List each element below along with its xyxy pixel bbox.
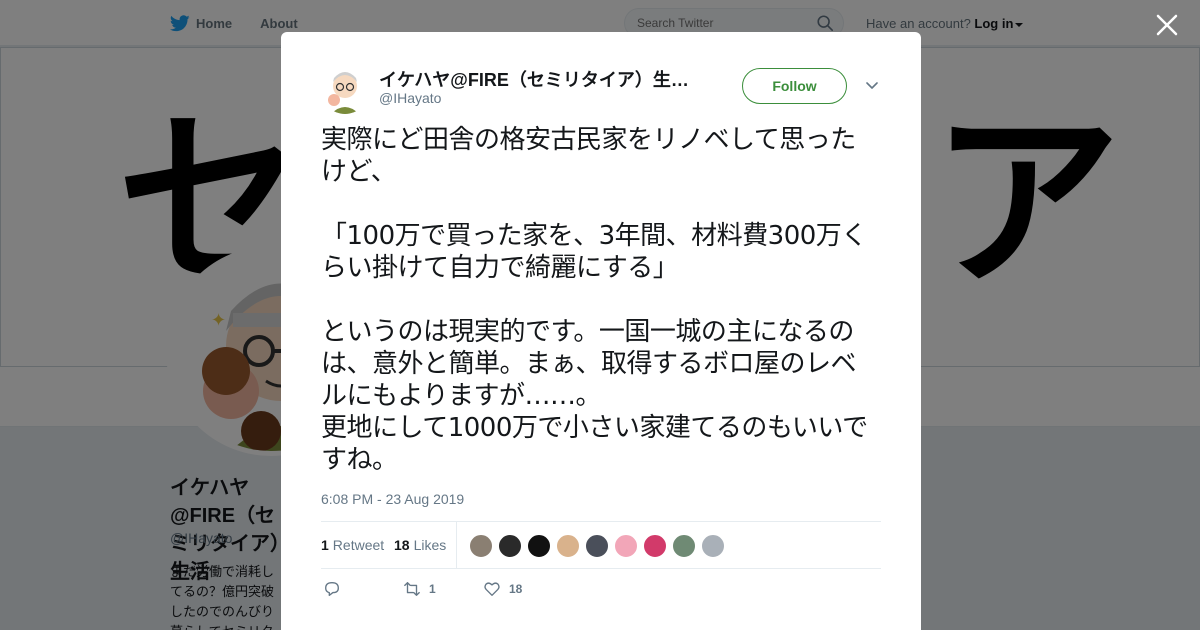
author-avatar-illustration — [321, 66, 369, 114]
liker-avatar[interactable] — [585, 534, 609, 558]
reply-icon — [325, 582, 339, 596]
author-handle[interactable]: @IHayato — [379, 90, 441, 106]
follow-button[interactable]: Follow — [742, 68, 847, 104]
close-icon[interactable] — [1154, 12, 1180, 38]
retweet-action-count: 1 — [429, 582, 436, 596]
liker-avatar[interactable] — [498, 534, 522, 558]
tweet-text: 実際にど田舎の格安古民家をリノベして思ったけど、 「100万で買った家を、3年間… — [321, 125, 868, 475]
retweet-stat-label: Retweet — [332, 537, 385, 553]
liker-avatar[interactable] — [556, 534, 580, 558]
likers-avatars — [469, 534, 730, 558]
heart-icon — [484, 582, 500, 596]
liker-avatar[interactable] — [527, 534, 551, 558]
like-stat[interactable]: 18 Likes — [394, 537, 446, 553]
like-stat-label: Likes — [413, 537, 447, 553]
liker-avatar[interactable] — [614, 534, 638, 558]
retweet-stat-count: 1 — [321, 537, 329, 553]
liker-avatar[interactable] — [701, 534, 725, 558]
tweet-modal: イケハヤ@FIRE（セミリタイア）生… @IHayato Follow 実際にど… — [281, 32, 921, 630]
liker-avatar[interactable] — [672, 534, 696, 558]
like-button[interactable]: 18 — [483, 580, 522, 598]
retweet-button[interactable]: 1 — [403, 580, 436, 598]
tweet-stats: 1 Retweet 18 Likes — [321, 521, 881, 569]
like-stat-count: 18 — [394, 537, 410, 553]
stats-divider — [456, 522, 457, 568]
retweet-icon — [404, 582, 420, 596]
like-action-count: 18 — [509, 582, 523, 596]
tweet-actions: 1 18 — [321, 580, 881, 604]
liker-avatar[interactable] — [643, 534, 667, 558]
author-name[interactable]: イケハヤ@FIRE（セミリタイア）生… — [379, 66, 699, 92]
liker-avatar[interactable] — [469, 534, 493, 558]
reply-button[interactable] — [323, 580, 349, 598]
author-avatar[interactable] — [321, 66, 369, 114]
chevron-down-icon[interactable] — [866, 82, 878, 90]
tweet-timestamp[interactable]: 6:08 PM - 23 Aug 2019 — [321, 491, 464, 507]
retweet-stat[interactable]: 1 Retweet — [321, 537, 384, 553]
